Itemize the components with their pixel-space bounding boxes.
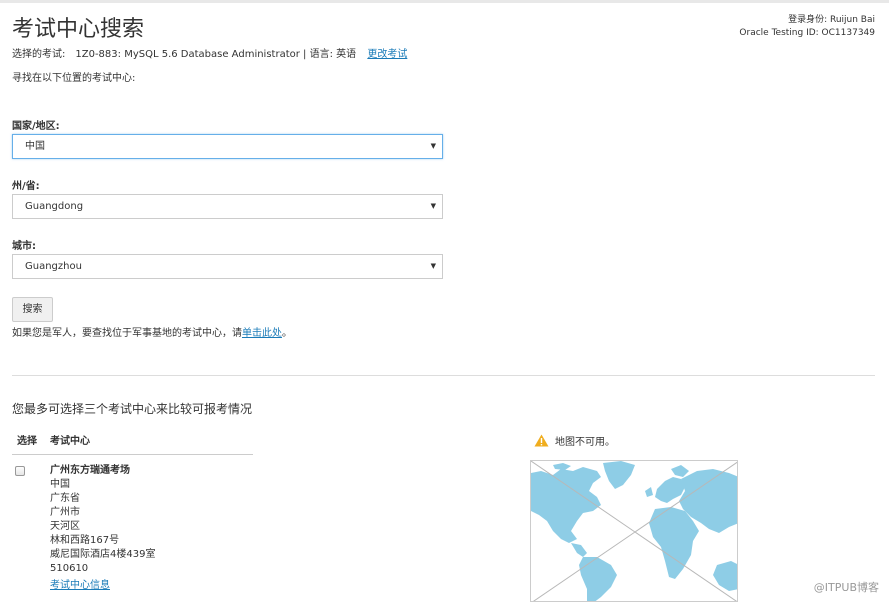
test-center-checkbox[interactable] — [15, 466, 25, 476]
compare-centers-heading: 您最多可选择三个考试中心来比较可报考情况 — [12, 402, 253, 416]
test-center-province: 广东省 — [50, 493, 80, 504]
section-divider — [12, 375, 875, 376]
map-unavailable-text: 地图不可用。 — [555, 437, 615, 448]
selected-exam-line: 选择的考试: 1Z0-883: MySQL 5.6 Database Admini… — [12, 45, 407, 60]
country-label: 国家/地区: — [12, 121, 60, 132]
map-unavailable-notice: 地图不可用。 — [534, 433, 615, 448]
test-center-city: 广州市 — [50, 507, 80, 518]
warning-icon — [534, 434, 549, 447]
caret-down-icon: ▼ — [430, 262, 436, 270]
caret-down-icon: ▼ — [430, 142, 436, 150]
test-center-district: 天河区 — [50, 521, 80, 532]
find-location-text: 寻找在以下位置的考试中心: — [12, 73, 136, 84]
test-center-building: 威尼国际酒店4楼439室 — [50, 549, 156, 560]
test-center-details: 广州东方瑞通考场 中国 广东省 广州市 天河区 林和西路167号 威尼国际酒店4… — [50, 464, 155, 593]
state-select[interactable]: Guangdong ▼ — [12, 194, 443, 219]
selected-exam-label: 选择的考试: — [12, 49, 66, 60]
military-note-text: 如果您是军人，要查找位于军事基地的考试中心，请 — [12, 328, 242, 339]
state-label: 州/省: — [12, 181, 40, 192]
military-note-suffix: 。 — [282, 328, 292, 339]
page-title: 考试中心搜索 — [12, 17, 145, 42]
military-click-here-link[interactable]: 单击此处 — [242, 328, 282, 339]
table-header-line — [12, 454, 253, 455]
login-info: 登录身份: Ruijun Bai Oracle Testing ID: OC11… — [739, 14, 875, 40]
login-user: 登录身份: Ruijun Bai — [788, 15, 875, 25]
city-select[interactable]: Guangzhou ▼ — [12, 254, 443, 279]
top-border — [0, 0, 889, 3]
column-header-test-center: 考试中心 — [50, 436, 90, 447]
test-center-street: 林和西路167号 — [50, 535, 120, 546]
country-select-value: 中国 — [25, 141, 45, 152]
test-center-name: 广州东方瑞通考场 — [50, 465, 130, 476]
change-exam-link[interactable]: 更改考试 — [367, 49, 407, 60]
test-center-info-link[interactable]: 考试中心信息 — [50, 579, 110, 593]
watermark: @ITPUB博客 — [813, 581, 879, 594]
city-select-value: Guangzhou — [25, 261, 82, 272]
military-note: 如果您是军人，要查找位于军事基地的考试中心，请单击此处。 — [12, 324, 292, 339]
world-map-image — [531, 461, 737, 601]
oracle-testing-id: Oracle Testing ID: OC1137349 — [739, 28, 875, 38]
city-label: 城市: — [12, 241, 36, 252]
test-center-postcode: 510610 — [50, 563, 89, 574]
state-select-value: Guangdong — [25, 201, 84, 212]
column-header-select: 选择 — [17, 436, 37, 447]
caret-down-icon: ▼ — [430, 202, 436, 210]
map-placeholder-image — [530, 460, 738, 602]
country-select[interactable]: 中国 ▼ — [12, 134, 443, 159]
search-button[interactable]: 搜索 — [12, 297, 53, 322]
selected-exam-value: 1Z0-883: MySQL 5.6 Database Administrato… — [75, 49, 357, 60]
test-center-country: 中国 — [50, 479, 70, 490]
